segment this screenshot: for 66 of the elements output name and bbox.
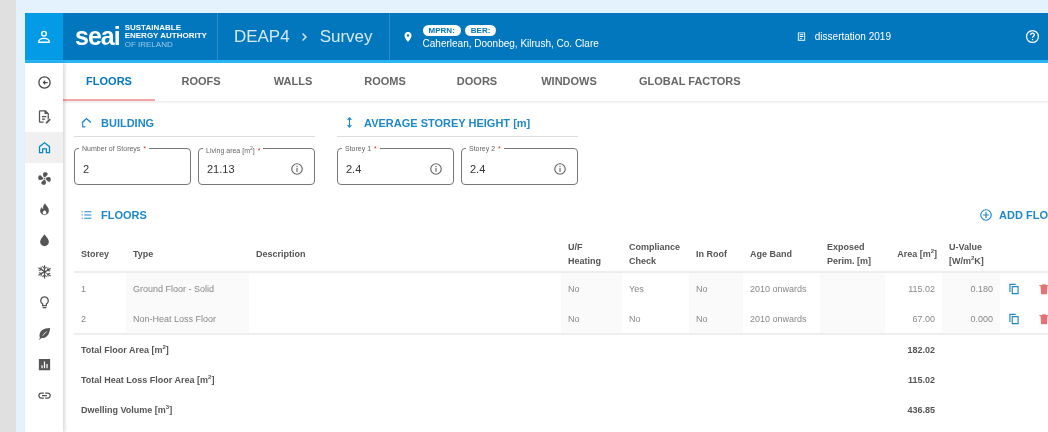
- copy-icon[interactable]: [1007, 281, 1021, 296]
- total-label: Total Floor Area [m$^{2}$]: [80, 343, 170, 357]
- table-cell-text: Yes: [628, 282, 645, 296]
- total-value: 436.85: [906, 404, 936, 417]
- home-icon: [36, 140, 52, 155]
- tab[interactable]: GLOBAL FACTORS: [615, 63, 765, 101]
- column-header: Age Band: [743, 236, 820, 273]
- table-cell: 0.000: [942, 304, 1000, 335]
- column-header: Area [m$^{2}$]: [885, 236, 942, 273]
- table-cell-text: 115.02: [907, 282, 936, 296]
- logo-tagline: ENERGY AUTHORITY: [124, 32, 207, 41]
- table-cell: Ground Floor - Solid: [126, 273, 249, 304]
- user-icon[interactable]: [36, 28, 52, 45]
- logo-text: seai: [75, 24, 120, 49]
- id-badge: BER:: [464, 24, 497, 36]
- info-icon[interactable]: [553, 161, 567, 176]
- logo-tagline: SUSTAINABLE: [124, 23, 182, 33]
- breadcrumb-current: Survey: [319, 26, 373, 47]
- list-icon: [80, 208, 93, 222]
- total-value: 115.02: [906, 374, 936, 387]
- column-header: Description: [249, 236, 561, 273]
- section-title: AVERAGE STOREY HEIGHT [m]: [364, 116, 531, 129]
- tab[interactable]: ROOMS: [339, 63, 431, 101]
- help-icon[interactable]: [1025, 29, 1040, 44]
- column-header: Storey: [74, 236, 126, 273]
- add-floor-button[interactable]: ADD FLO: [979, 208, 1048, 222]
- info-icon[interactable]: [290, 161, 304, 176]
- tab[interactable]: DOORS: [431, 63, 523, 101]
- total-value: 182.02: [906, 344, 936, 357]
- delete-icon[interactable]: [1037, 281, 1048, 296]
- section-title: BUILDING: [101, 116, 155, 129]
- assessment-name: dissertation 2019: [814, 31, 891, 42]
- table-cell: 0.180: [942, 273, 1000, 304]
- total-label: Dwelling Volume [m$^{3}$]: [80, 403, 174, 417]
- breadcrumb-link[interactable]: DEAP4: [233, 26, 290, 47]
- location-pin-icon: [401, 29, 414, 44]
- table-cell: No: [561, 273, 622, 304]
- tab[interactable]: FLOORS: [63, 63, 155, 101]
- document-icon: [36, 109, 52, 124]
- table-cell: No: [689, 304, 743, 335]
- tab[interactable]: WALLS: [247, 63, 339, 101]
- section-title: FLOORS: [101, 209, 147, 221]
- leaf-icon: [36, 326, 52, 341]
- total-label: Total Heat Loss Floor Area [m$^{2}$]: [80, 373, 216, 387]
- plus-circle-icon: [979, 208, 994, 222]
- table-cell-text: 2010 onwards: [749, 282, 808, 296]
- document-icon: [795, 31, 807, 42]
- address-text: Caherlean, Doonbeg, Kilrush, Co. Clare: [422, 37, 599, 49]
- tab[interactable]: ROOFS: [155, 63, 247, 101]
- user-button[interactable]: [25, 13, 63, 60]
- tab[interactable]: WINDOWS: [523, 63, 615, 101]
- sidebar-item[interactable]: [25, 132, 63, 163]
- info-icon[interactable]: [429, 161, 443, 176]
- table-cell: No: [689, 273, 743, 304]
- bar-chart-icon: [36, 357, 52, 372]
- fan-icon: [36, 171, 52, 186]
- logo-tagline: OF IRELAND: [124, 40, 174, 50]
- id-badge: MPRN:: [422, 24, 461, 36]
- snowflake-icon: [36, 264, 52, 279]
- delete-icon[interactable]: [1037, 311, 1048, 326]
- table-cell-text: 1: [80, 282, 87, 296]
- column-header: Compliance Check: [622, 236, 689, 273]
- table-cell: Non-Heat Loss Floor: [126, 304, 249, 335]
- house-outline-icon: [80, 116, 93, 129]
- copy-icon[interactable]: [1007, 311, 1021, 326]
- table-cell: No: [561, 304, 622, 335]
